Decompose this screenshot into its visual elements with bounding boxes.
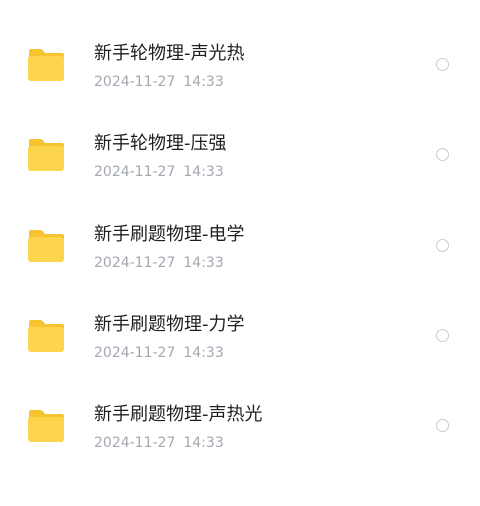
- file-list: 新手轮物理-声光热 2024-11-27 14:33 新手轮物理-压强 2024-…: [0, 0, 480, 506]
- file-time: 14:33: [183, 255, 224, 271]
- file-modified: 2024-11-27 14:33: [94, 72, 224, 92]
- file-row[interactable]: 新手刷题物理-力学 2024-11-27 14:33: [0, 313, 480, 403]
- file-name: 新手刷题物理-声热光: [94, 404, 263, 425]
- file-row[interactable]: 新手轮物理-声光热 2024-11-27 14:33: [0, 42, 480, 132]
- file-date: 2024-11-27: [94, 74, 176, 90]
- folder-icon: [27, 229, 65, 263]
- file-row[interactable]: 新手轮物理-压强 2024-11-27 14:33: [0, 132, 480, 222]
- file-modified: 2024-11-27 14:33: [94, 162, 224, 182]
- file-time: 14:33: [183, 435, 224, 451]
- select-radio[interactable]: [436, 239, 449, 252]
- select-radio[interactable]: [436, 419, 449, 432]
- file-time: 14:33: [183, 74, 224, 90]
- file-date: 2024-11-27: [94, 435, 176, 451]
- file-row[interactable]: 新手刷题物理-电学 2024-11-27 14:33: [0, 223, 480, 313]
- file-time: 14:33: [183, 345, 224, 361]
- folder-icon: [27, 409, 65, 443]
- folder-icon: [27, 138, 65, 172]
- file-name: 新手刷题物理-电学: [94, 224, 245, 245]
- file-date: 2024-11-27: [94, 345, 176, 361]
- file-modified: 2024-11-27 14:33: [94, 433, 224, 453]
- file-time: 14:33: [183, 164, 224, 180]
- file-name: 新手刷题物理-力学: [94, 314, 245, 335]
- file-row[interactable]: 新手刷题物理-声热光 2024-11-27 14:33: [0, 403, 480, 493]
- file-name: 新手轮物理-压强: [94, 133, 227, 154]
- folder-icon: [27, 319, 65, 353]
- file-date: 2024-11-27: [94, 255, 176, 271]
- file-modified: 2024-11-27 14:33: [94, 253, 224, 273]
- folder-icon: [27, 48, 65, 82]
- select-radio[interactable]: [436, 329, 449, 342]
- select-radio[interactable]: [436, 58, 449, 71]
- file-name: 新手轮物理-声光热: [94, 43, 245, 64]
- select-radio[interactable]: [436, 148, 449, 161]
- file-modified: 2024-11-27 14:33: [94, 343, 224, 363]
- file-date: 2024-11-27: [94, 164, 176, 180]
